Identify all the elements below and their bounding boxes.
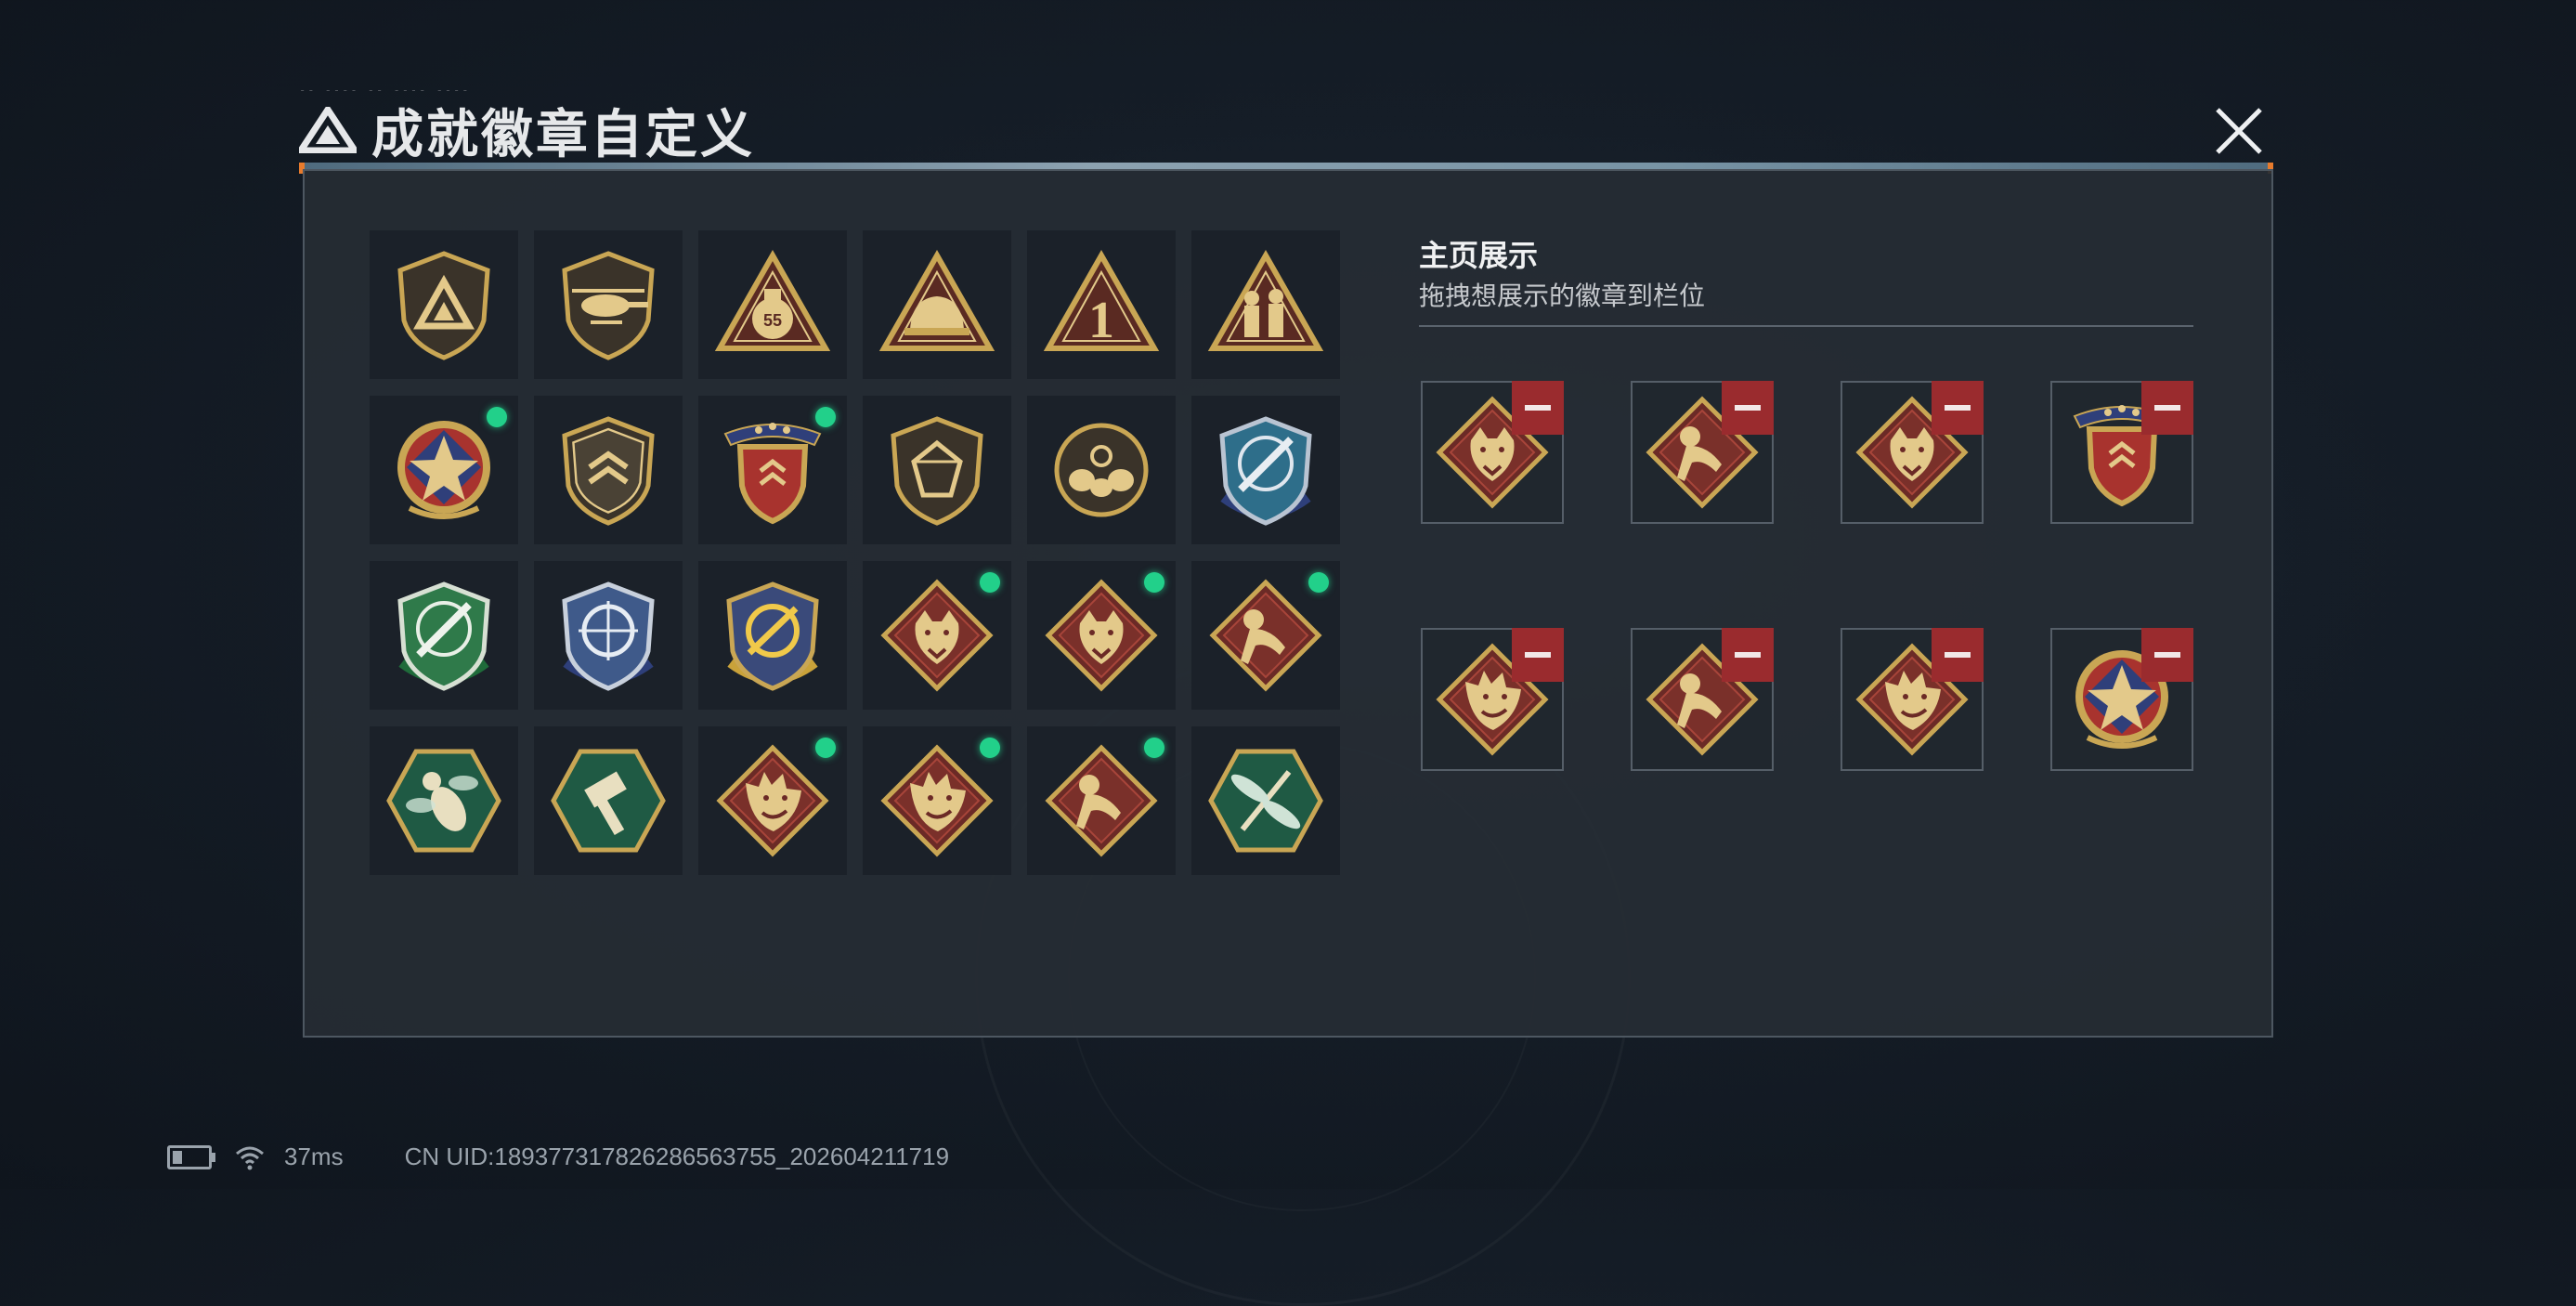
remove-badge-button[interactable] (1932, 381, 1984, 435)
badge-cell[interactable] (534, 726, 683, 875)
dragonfly-hexagon-icon (1208, 749, 1323, 853)
badge-cell[interactable] (1191, 396, 1340, 544)
badge-cell[interactable] (863, 561, 1011, 710)
badge-cell[interactable] (863, 230, 1011, 379)
remove-badge-button[interactable] (1722, 381, 1774, 435)
wolf-diamond-icon (880, 579, 994, 692)
money-bag-triangle-icon: 55 (714, 249, 831, 351)
badge-cell[interactable] (863, 726, 1011, 875)
badge-cell[interactable] (1027, 726, 1176, 875)
badge-cell[interactable]: 1 (1027, 230, 1176, 379)
dragon-diamond-icon (716, 744, 829, 857)
title-divider (303, 163, 2273, 169)
badge-cell[interactable] (1027, 396, 1176, 544)
badge-cell[interactable] (1191, 561, 1340, 710)
triangle-logo-shield-icon (397, 251, 490, 360)
badge-cell[interactable] (534, 230, 683, 379)
svg-text:55: 55 (763, 311, 782, 330)
badge-cell[interactable] (370, 396, 518, 544)
monkey-diamond-icon (1045, 744, 1158, 857)
badge-cell[interactable] (1191, 230, 1340, 379)
badge-cell[interactable] (1191, 726, 1340, 875)
badge-cell[interactable] (370, 230, 518, 379)
star-ribbon-shield-icon (723, 423, 822, 525)
soldiers-triangle-icon (1207, 249, 1324, 351)
badge-inventory-grid: 55 1 (370, 230, 1340, 875)
new-badge-indicator (815, 738, 836, 758)
badge-cell[interactable] (698, 561, 847, 710)
round-crest-icon (1054, 423, 1149, 517)
monkey-diamond-icon (1209, 579, 1322, 692)
badge-cell[interactable] (534, 396, 683, 544)
showcase-instructions: 拖拽想展示的徽章到栏位 (1419, 281, 1706, 310)
new-badge-indicator (980, 572, 1000, 593)
title-bar: 成就徽章自定义 (299, 93, 755, 167)
dragon-diamond-icon (880, 744, 994, 857)
new-badge-indicator (980, 738, 1000, 758)
remove-badge-button[interactable] (1512, 628, 1564, 682)
blue-scope-shield-icon (562, 581, 655, 691)
battery-icon (167, 1144, 215, 1169)
badge-cell[interactable] (698, 396, 847, 544)
green-rifle-shield-icon (397, 581, 490, 691)
new-badge-indicator (1144, 738, 1164, 758)
number-one-triangle-icon: 1 (1043, 249, 1160, 351)
badge-cell[interactable]: 55 (698, 230, 847, 379)
helmet-triangle-icon (878, 249, 995, 351)
remove-badge-button[interactable] (2141, 628, 2193, 682)
gold-scope-shield-icon (726, 581, 819, 691)
user-uid: CN UID:189377317826286563755_20260421171… (404, 1143, 950, 1170)
blue-rifle-shield-icon (1219, 416, 1312, 526)
new-badge-indicator (487, 407, 507, 427)
game-logo-icon (299, 107, 357, 153)
new-badge-indicator (815, 407, 836, 427)
badge-cell[interactable] (698, 726, 847, 875)
hornet-hexagon-icon (386, 749, 501, 853)
new-badge-indicator (1144, 572, 1164, 593)
remove-badge-button[interactable] (2141, 381, 2193, 435)
badge-cell[interactable] (863, 396, 1011, 544)
hammer-hexagon-icon (551, 749, 666, 853)
badge-cell[interactable] (1027, 561, 1176, 710)
badge-cell[interactable] (370, 726, 518, 875)
showcase-divider (1419, 325, 2193, 327)
svg-text:1: 1 (1088, 292, 1114, 349)
remove-badge-button[interactable] (1932, 628, 1984, 682)
status-bar: 37ms CN UID:189377317826286563755_202604… (167, 1143, 949, 1171)
showcase-heading: 主页展示 (1419, 239, 1539, 272)
latency-readout: 37ms (284, 1143, 344, 1170)
badge-cell[interactable] (370, 561, 518, 710)
remove-badge-button[interactable] (1722, 628, 1774, 682)
gem-shield-icon (891, 416, 983, 526)
badge-cell[interactable] (534, 561, 683, 710)
chevron-shield-icon (562, 416, 655, 526)
page-title: 成就徽章自定义 (371, 104, 755, 163)
new-badge-indicator (1308, 572, 1329, 593)
close-icon[interactable] (2205, 97, 2273, 165)
wolf-diamond-icon (1045, 579, 1158, 692)
helicopter-shield-icon (562, 251, 655, 360)
remove-badge-button[interactable] (1512, 381, 1564, 435)
star-medal-icon (397, 421, 490, 519)
wifi-icon (236, 1146, 264, 1169)
